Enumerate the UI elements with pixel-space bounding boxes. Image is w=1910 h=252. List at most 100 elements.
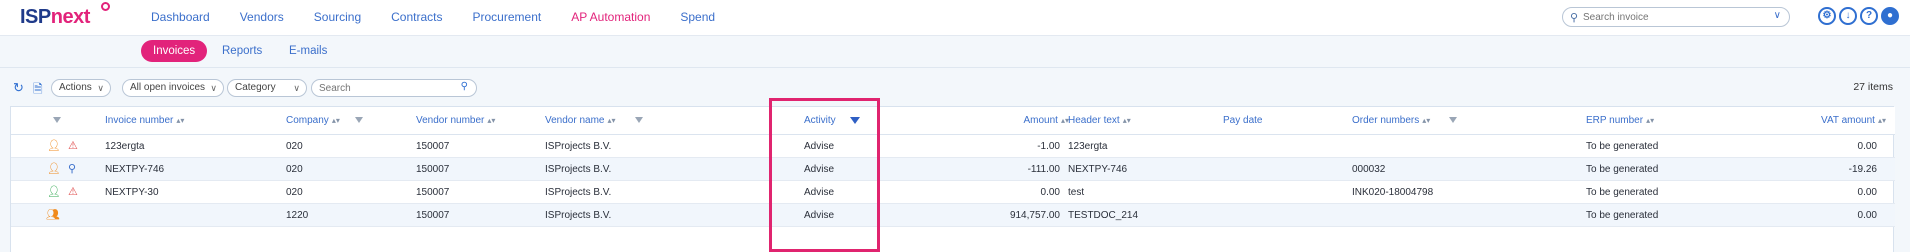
filter-icon[interactable] <box>635 117 643 123</box>
tab-invoices[interactable]: Invoices <box>141 40 208 62</box>
chevron-down-icon: ∨ <box>210 83 217 93</box>
col-erp-number[interactable]: ERP number ▴▾ <box>1586 107 1654 135</box>
invoice-table: Invoice number ▴▾ Company ▴▾ Vendor number… <box>10 106 1895 252</box>
vendor-name-cell: ISProjects B.V. <box>545 187 612 198</box>
col-vendor-name[interactable]: Vendor name ▴▾ <box>545 107 616 135</box>
filter-icon[interactable] <box>53 117 61 123</box>
amount-cell: 914,757.00 <box>1009 210 1060 221</box>
refresh-icon[interactable]: ↻ <box>13 80 24 96</box>
activity-cell: Advise <box>804 187 835 198</box>
sort-icon: ▴▾ <box>176 116 185 125</box>
erp-number-cell: To be generated <box>1586 187 1659 198</box>
vat-amount-cell: 0.00 <box>1857 210 1877 221</box>
view-label: All open invoices <box>130 82 206 93</box>
nav-dashboard[interactable]: Dashboard <box>151 0 210 36</box>
top-navigation-bar: ISPnext Dashboard Vendors Sourcing Contr… <box>0 0 1910 36</box>
chevron-down-icon: ∨ <box>293 83 300 93</box>
actions-dropdown[interactable]: Actions ∨ <box>51 79 111 97</box>
header-tools: ⚙ ↓ ? ● <box>1818 7 1899 25</box>
table-row[interactable]: 👤︎ ⚠︎ 123ergta 020 150007 ISProjects B.V… <box>11 135 1895 158</box>
table-row[interactable]: 👤︎ ⚲ NEXTPY-746 020 150007 ISProjects B.… <box>11 158 1895 181</box>
search-doc-icon: ⚲ <box>68 163 77 175</box>
export-icon[interactable]: 🗎 <box>33 80 43 101</box>
col-amount[interactable]: Amount ▴▾ <box>961 107 1070 135</box>
table-row[interactable]: 👤︎ ⚠︎ NEXTPY-30 020 150007 ISProjects B.… <box>11 181 1895 204</box>
vendor-number-cell: 150007 <box>416 187 450 198</box>
activity-cell: Advise <box>804 141 835 152</box>
vendor-number-cell: 150007 <box>416 210 450 221</box>
nav-procurement[interactable]: Procurement <box>473 0 542 36</box>
list-toolbar: ↻ 🗎 Actions ∨ All open invoices ∨ Category… <box>0 74 1910 102</box>
amount-cell: -1.00 <box>1037 141 1060 152</box>
invoice-search-input[interactable] <box>1583 10 1763 24</box>
activity-cell: Advise <box>804 164 835 175</box>
erp-number-cell: To be generated <box>1586 210 1659 221</box>
table-header: Invoice number ▴▾ Company ▴▾ Vendor number… <box>11 107 1895 135</box>
invoice-number-cell[interactable]: 123ergta <box>105 135 144 158</box>
col-order-numbers[interactable]: Order numbers ▴▾ <box>1352 107 1430 135</box>
filter-icon[interactable] <box>355 117 363 123</box>
nav-spend[interactable]: Spend <box>680 0 715 36</box>
category-label: Category <box>235 82 276 93</box>
logo-ring-icon <box>101 2 110 11</box>
vendor-number-cell: 150007 <box>416 164 450 175</box>
nav-vendors[interactable]: Vendors <box>240 0 284 36</box>
chevron-down-icon[interactable]: ∨ <box>1774 10 1781 21</box>
sort-icon: ▴▾ <box>1646 116 1655 125</box>
filter-icon[interactable] <box>1449 117 1457 123</box>
search-icon[interactable]: ⚲ <box>461 81 468 92</box>
warning-icon: ⚠︎ <box>68 140 78 152</box>
nav-contracts[interactable]: Contracts <box>391 0 442 36</box>
user-icon[interactable]: ● <box>1881 7 1899 25</box>
erp-number-cell: To be generated <box>1586 164 1659 175</box>
header-text-cell: test <box>1068 187 1085 198</box>
vendor-name-cell: ISProjects B.V. <box>545 141 612 152</box>
col-pay-date[interactable]: Pay date <box>1223 107 1262 135</box>
header-text-cell: NEXTPY-746 <box>1068 164 1128 175</box>
erp-number-cell: To be generated <box>1586 141 1659 152</box>
vendor-name-cell: ISProjects B.V. <box>545 164 612 175</box>
company-cell: 020 <box>286 187 303 198</box>
vat-amount-cell: 0.00 <box>1857 187 1877 198</box>
download-icon[interactable]: ↓ <box>1839 7 1857 25</box>
user-filled-icon: 👤︎ <box>47 186 61 198</box>
col-invoice-number[interactable]: Invoice number ▴▾ <box>105 107 184 135</box>
help-icon[interactable]: ? <box>1860 7 1878 25</box>
invoice-number-cell[interactable]: NEXTPY-746 <box>105 158 164 181</box>
settings-icon[interactable]: ⚙ <box>1818 7 1836 25</box>
sort-icon: ▴▾ <box>607 116 616 125</box>
user-outline-icon: 👤︎ <box>47 163 61 175</box>
invoice-search-box: ⚲ ∨ <box>1562 7 1790 27</box>
header-text-cell: 123ergta <box>1068 141 1108 152</box>
header-text-cell: TESTDOC_214 <box>1068 210 1139 221</box>
table-search-input[interactable] <box>319 82 449 94</box>
invoice-number-cell[interactable]: NEXTPY-30 <box>105 181 159 204</box>
category-dropdown[interactable]: Category ∨ <box>227 79 307 97</box>
vendor-number-cell: 150007 <box>416 141 450 152</box>
actions-label: Actions <box>59 82 92 93</box>
vat-amount-cell: -19.26 <box>1848 164 1877 175</box>
ispnext-logo[interactable]: ISPnext <box>20 5 90 29</box>
tab-emails[interactable]: E-mails <box>289 40 327 62</box>
nav-ap-automation[interactable]: AP Automation <box>571 0 650 36</box>
table-row[interactable]: 👥︎ 1220 150007 ISProjects B.V. Advise 91… <box>11 204 1895 227</box>
col-vat-amount[interactable]: VAT amount ▴▾ <box>1771 107 1886 135</box>
amount-cell: 0.00 <box>1040 187 1060 198</box>
col-header-text[interactable]: Header text ▴▾ <box>1068 107 1131 135</box>
nav-sourcing[interactable]: Sourcing <box>314 0 361 36</box>
sub-navigation: Invoices Reports E-mails <box>0 36 1910 68</box>
sort-icon: ▴▾ <box>1122 116 1131 125</box>
col-vendor-number[interactable]: Vendor number ▴▾ <box>416 107 495 135</box>
tab-reports[interactable]: Reports <box>222 40 262 62</box>
search-icon: ⚲ <box>1570 12 1579 24</box>
view-dropdown[interactable]: All open invoices ∨ <box>122 79 224 97</box>
col-activity[interactable]: Activity <box>804 107 836 135</box>
company-cell: 020 <box>286 164 303 175</box>
filter-active-icon[interactable] <box>850 117 860 124</box>
col-company[interactable]: Company ▴▾ <box>286 107 340 135</box>
amount-cell: -111.00 <box>1027 164 1060 175</box>
company-cell: 020 <box>286 141 303 152</box>
sort-icon: ▴▾ <box>331 116 340 125</box>
warning-icon: ⚠︎ <box>68 186 78 198</box>
sort-icon: ▴▾ <box>1422 116 1431 125</box>
